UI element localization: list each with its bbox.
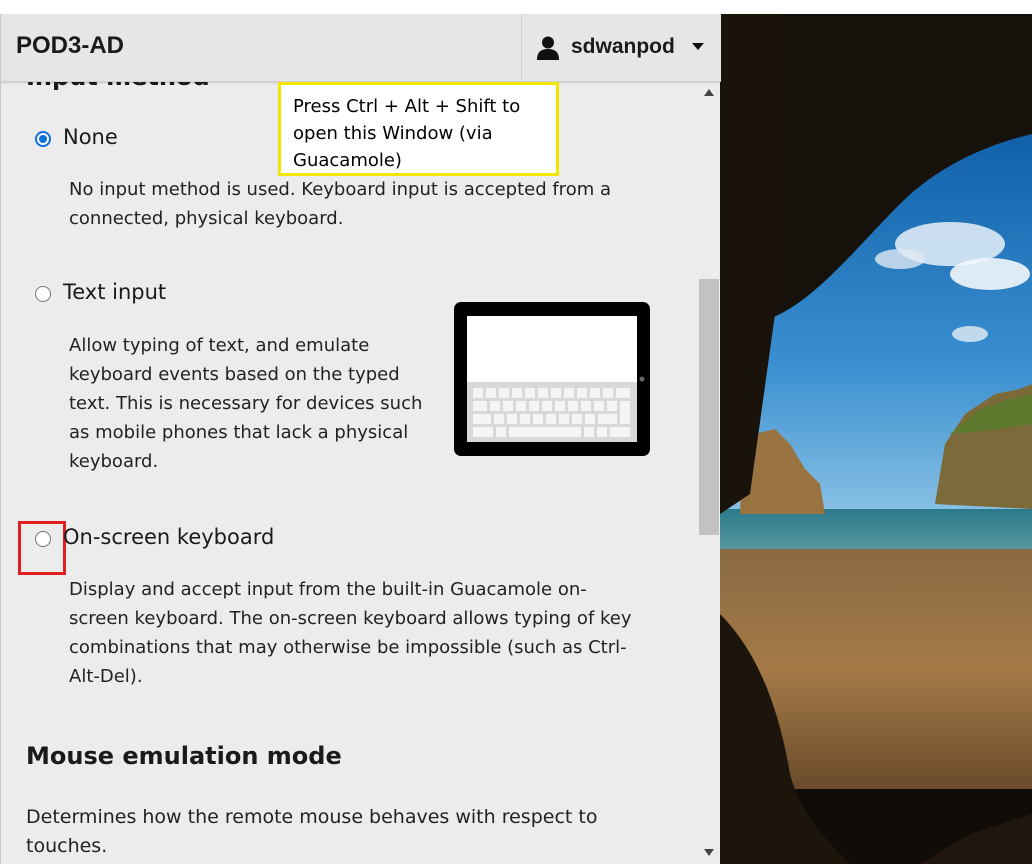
scrollbar-thumb[interactable] bbox=[699, 279, 719, 535]
scroll-down-icon[interactable] bbox=[704, 849, 714, 856]
input-method-heading: Input method bbox=[26, 81, 210, 91]
option-description-text-input: Allow typing of text, and emulate keyboa… bbox=[69, 335, 423, 472]
mouse-emulation-heading: Mouse emulation mode bbox=[26, 742, 342, 770]
chevron-down-icon bbox=[692, 43, 704, 50]
menu-header: POD3-AD sdwanpod bbox=[1, 14, 721, 82]
menu-scroll-content: Input method None No input method is use… bbox=[1, 81, 701, 864]
tablet-keyboard-icon bbox=[454, 302, 650, 456]
remote-desktop-view[interactable] bbox=[720, 14, 1032, 864]
annotation-callout: Press Ctrl + Alt + Shift to open this Wi… bbox=[278, 82, 559, 176]
highlight-box bbox=[18, 521, 66, 575]
remote-desktop-wallpaper bbox=[720, 14, 1032, 864]
radio-on-screen-keyboard[interactable] bbox=[35, 531, 51, 547]
option-label-on-screen-keyboard[interactable]: On-screen keyboard bbox=[63, 525, 274, 549]
option-description-on-screen-keyboard: Display and accept input from the built-… bbox=[69, 579, 632, 687]
top-strip bbox=[0, 0, 1032, 14]
radio-text-input[interactable] bbox=[35, 286, 51, 302]
option-label-none[interactable]: None bbox=[63, 125, 118, 149]
option-label-text-input[interactable]: Text input bbox=[63, 280, 166, 304]
menu-scrollbar[interactable] bbox=[699, 81, 719, 864]
radio-none[interactable] bbox=[35, 131, 51, 147]
user-menu-button[interactable]: sdwanpod bbox=[521, 14, 721, 81]
connection-title: POD3-AD bbox=[16, 32, 125, 59]
scroll-up-icon[interactable] bbox=[704, 89, 714, 96]
user-icon bbox=[537, 36, 559, 60]
option-description-none: No input method is used. Keyboard input … bbox=[69, 179, 611, 229]
mouse-emulation-description: Determines how the remote mouse behaves … bbox=[26, 806, 598, 857]
username-label: sdwanpod bbox=[571, 35, 675, 58]
